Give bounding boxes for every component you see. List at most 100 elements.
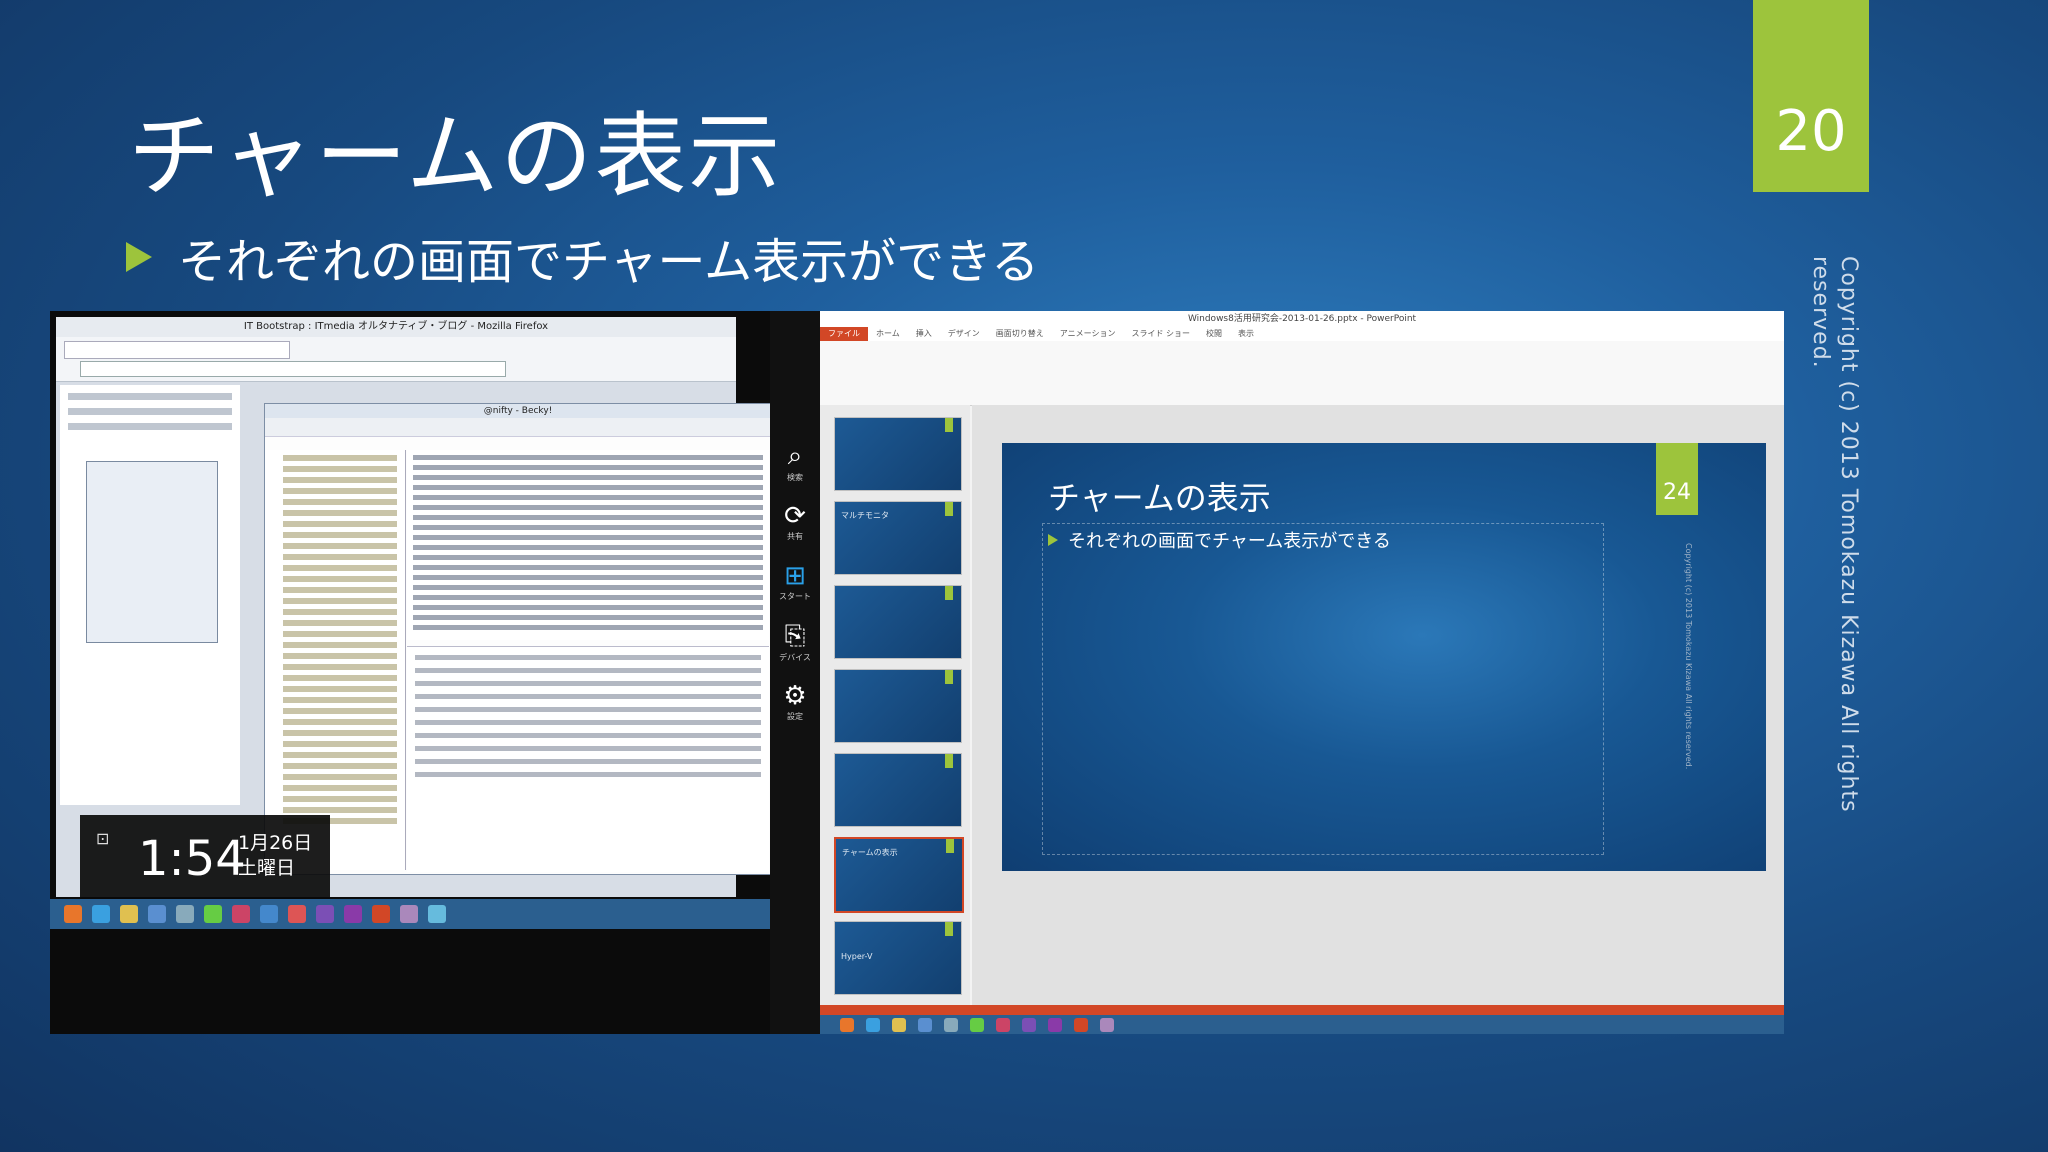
tab-review[interactable]: 校閲 [1198,327,1230,341]
message-row[interactable] [413,505,763,510]
message-row[interactable] [413,545,763,550]
folder-item[interactable] [283,598,397,604]
folder-item[interactable] [283,719,397,725]
folder-icon[interactable] [892,1017,906,1032]
main-slide-bullet[interactable]: それぞれの画面でチャーム表示ができる [1048,527,1391,553]
message-row[interactable] [413,525,763,530]
slide-thumbnail[interactable]: Hyper-V [834,921,962,995]
message-row[interactable] [413,565,763,570]
folder-item[interactable] [283,785,397,791]
message-row[interactable] [413,595,763,600]
app-icon[interactable] [970,1017,984,1032]
message-row[interactable] [413,615,763,620]
folder-item[interactable] [283,587,397,593]
folder-item[interactable] [283,554,397,560]
message-row[interactable] [413,625,763,630]
onenote-icon[interactable] [344,905,362,923]
slide-thumbnail[interactable] [834,753,962,827]
app-icon[interactable] [996,1017,1010,1032]
main-slide[interactable]: チャームの表示 24 それぞれの画面でチャーム表示ができる Copyright … [1002,443,1766,871]
folder-item[interactable] [283,796,397,802]
message-row[interactable] [413,465,763,470]
message-row[interactable] [413,585,763,590]
tab-transitions[interactable]: 画面切り替え [988,327,1052,341]
app-icon[interactable] [918,1017,932,1032]
folder-item[interactable] [283,686,397,692]
message-row[interactable] [413,605,763,610]
tab-animations[interactable]: アニメーション [1052,327,1124,341]
folder-item[interactable] [283,708,397,714]
slide-thumbnail[interactable] [834,585,962,659]
folder-item[interactable] [283,774,397,780]
firefox-url-bar[interactable] [80,361,506,377]
folder-item[interactable] [283,642,397,648]
folder-item[interactable] [283,631,397,637]
folder-item[interactable] [283,675,397,681]
charm-settings[interactable]: ⚙ 設定 [770,681,820,722]
folder-item[interactable] [283,697,397,703]
tab-insert[interactable]: 挿入 [908,327,940,341]
folder-item[interactable] [283,730,397,736]
powerpoint-icon[interactable] [372,905,390,923]
charm-search[interactable]: ⌕ 検索 [770,441,820,483]
folder-item[interactable] [283,807,397,813]
folder-item[interactable] [283,466,397,472]
onenote-icon[interactable] [1048,1017,1062,1032]
folder-item[interactable] [283,543,397,549]
app-icon[interactable] [944,1017,958,1032]
app-icon[interactable] [1100,1017,1114,1032]
folder-item[interactable] [283,752,397,758]
firefox-icon[interactable] [64,905,82,923]
powerpoint-icon[interactable] [1074,1017,1088,1032]
app-icon[interactable] [232,905,250,923]
ie-icon[interactable] [866,1017,880,1032]
folder-item[interactable] [283,488,397,494]
folder-item[interactable] [283,609,397,615]
slide-thumbnail[interactable] [834,669,962,743]
ie-icon[interactable] [92,905,110,923]
folder-item[interactable] [283,455,397,461]
folder-item[interactable] [283,521,397,527]
message-row[interactable] [413,495,763,500]
main-slide-textbox[interactable] [1042,523,1604,855]
folder-item[interactable] [283,741,397,747]
message-row[interactable] [413,455,763,460]
firefox-icon[interactable] [840,1017,854,1032]
charm-devices[interactable]: ⎘ デバイス [770,621,820,663]
app-icon[interactable] [176,905,194,923]
charm-share[interactable]: ⟳ 共有 [770,501,820,542]
app-icon[interactable] [400,905,418,923]
tab-view[interactable]: 表示 [1230,327,1262,341]
folder-item[interactable] [283,763,397,769]
tab-slideshow[interactable]: スライド ショー [1123,327,1198,341]
message-row[interactable] [413,555,763,560]
message-row[interactable] [413,515,763,520]
firefox-tab[interactable] [64,341,290,359]
folder-item[interactable] [283,620,397,626]
charm-start[interactable]: ⊞ スタート [770,561,820,602]
folder-item[interactable] [283,664,397,670]
slide-thumbnail-selected[interactable]: チャームの表示 [834,837,964,913]
app-icon[interactable] [204,905,222,923]
slide-thumbnail[interactable] [834,417,962,491]
folder-item[interactable] [283,499,397,505]
main-slide-title[interactable]: チャームの表示 [1048,473,1271,519]
visual-studio-icon[interactable] [1022,1017,1036,1032]
app-icon[interactable] [428,905,446,923]
app-icon[interactable] [148,905,166,923]
folder-item[interactable] [283,510,397,516]
app-icon[interactable] [260,905,278,923]
folder-item[interactable] [283,477,397,483]
message-row[interactable] [413,475,763,480]
message-row[interactable] [413,535,763,540]
folder-icon[interactable] [120,905,138,923]
folder-item[interactable] [283,653,397,659]
folder-item[interactable] [283,565,397,571]
visual-studio-icon[interactable] [316,905,334,923]
tab-file[interactable]: ファイル [820,327,868,341]
folder-item[interactable] [283,532,397,538]
tab-design[interactable]: デザイン [940,327,988,341]
message-row[interactable] [413,575,763,580]
folder-item[interactable] [283,576,397,582]
app-icon[interactable] [288,905,306,923]
